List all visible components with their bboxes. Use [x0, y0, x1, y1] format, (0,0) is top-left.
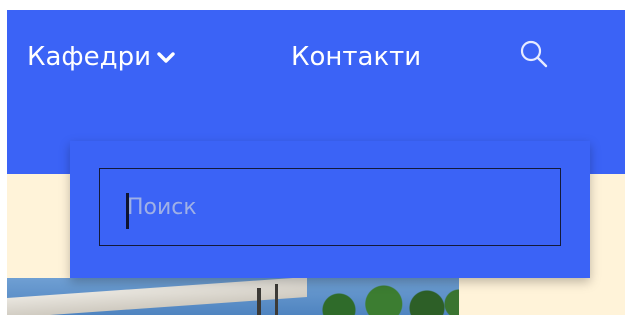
chevron-down-icon: [157, 41, 175, 71]
search-icon: [520, 40, 548, 68]
search-input[interactable]: [99, 168, 561, 246]
search-toggle-button[interactable]: [516, 37, 552, 73]
nav-item-departments-label: Кафедри: [27, 42, 151, 72]
nav-item-contacts-label: Контакти: [291, 42, 422, 72]
photo-trees: [307, 282, 459, 315]
photo-post: [275, 284, 278, 315]
photo-post: [257, 288, 261, 315]
text-cursor: [126, 193, 129, 229]
hero-photo: [7, 278, 459, 315]
photo-roof: [7, 278, 307, 315]
search-dropdown-panel: [70, 141, 590, 278]
page: Кафедри Контакти: [0, 0, 632, 315]
nav-item-departments[interactable]: Кафедри: [27, 42, 175, 73]
nav-item-contacts[interactable]: Контакти: [291, 42, 421, 72]
